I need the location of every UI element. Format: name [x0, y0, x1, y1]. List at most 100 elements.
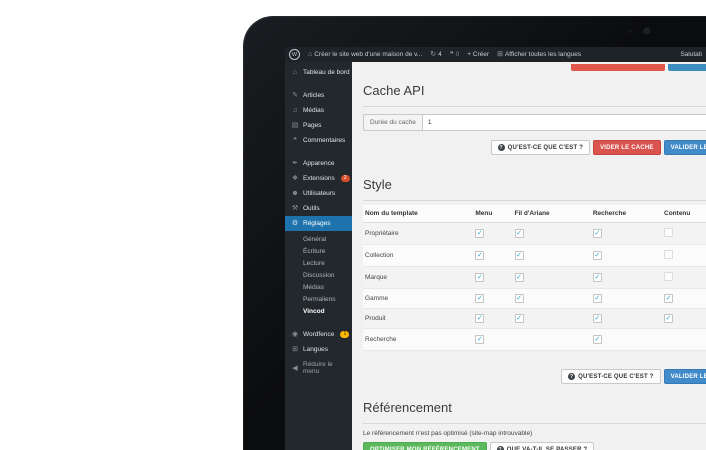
- sidebar-item-outils[interactable]: ⚒ Outils: [285, 201, 352, 216]
- sidebar-item-apparence[interactable]: ✒ Apparence: [285, 156, 352, 171]
- table-row: Produit: [363, 309, 706, 329]
- dashboard-icon: ⌂: [291, 69, 299, 76]
- template-name: Collection: [363, 245, 473, 267]
- checkbox-ariane[interactable]: [515, 229, 524, 238]
- sidebar-item-label: Tableau de bord: [303, 69, 350, 76]
- media-icon: ♫: [291, 107, 299, 114]
- comment-bubble-icon: ❝: [450, 51, 454, 58]
- languages-label: Afficher toutes les langues: [505, 51, 581, 58]
- camera-icon: [643, 27, 652, 36]
- collapse-menu-label: Réduire le menu: [303, 361, 350, 375]
- submenu-item-permaliens[interactable]: Permaliens: [303, 293, 352, 305]
- sidebar-item-utilisateurs[interactable]: ☻ Utilisateurs: [285, 186, 352, 201]
- checkbox-ariane[interactable]: [515, 294, 524, 303]
- checkbox-menu[interactable]: [475, 314, 484, 323]
- checkbox-contenu[interactable]: [664, 294, 673, 303]
- sidebar-item-label: Articles: [303, 92, 324, 99]
- checkbox-menu[interactable]: [475, 335, 484, 344]
- checkbox-contenu[interactable]: [664, 228, 673, 237]
- wordpress-admin-screen: W ⌂ Créer le site web d'une maison de v.…: [285, 47, 706, 450]
- table-row: Collection: [363, 245, 706, 267]
- tools-icon: ⚒: [291, 205, 299, 212]
- checkbox-ariane[interactable]: [515, 314, 524, 323]
- submenu-item-vincod[interactable]: Vincod: [303, 305, 352, 317]
- sidebar-item-extensions[interactable]: ❖ Extensions 2: [285, 171, 352, 186]
- table-row: Marque: [363, 267, 706, 289]
- checkbox-recherche[interactable]: [593, 229, 602, 238]
- checkbox-contenu[interactable]: [664, 314, 673, 323]
- comments-count: 0: [456, 51, 460, 58]
- checkbox-recherche[interactable]: [593, 273, 602, 282]
- wordpress-logo-menu[interactable]: W: [289, 49, 300, 60]
- template-name: Produit: [363, 309, 473, 329]
- sidebar-item-pages[interactable]: ▤ Pages: [285, 118, 352, 133]
- column-header-ariane: Fil d'Ariane: [513, 205, 591, 223]
- clear-cache-label: VIDER LE CACHE: [600, 145, 653, 151]
- column-header-contenu: Contenu: [662, 205, 706, 223]
- sidebar-item-label: Extensions: [303, 175, 335, 182]
- seo-help-button[interactable]: ? QUE VA-T-IL SE PASSER ?: [490, 442, 595, 450]
- divider: [363, 200, 706, 201]
- checkbox-recherche[interactable]: [593, 314, 602, 323]
- template-name: Propriétaire: [363, 223, 473, 245]
- cache-api-title: Cache API: [363, 83, 706, 98]
- column-header-recherche: Recherche: [591, 205, 662, 223]
- new-content-label: + Créer: [467, 51, 489, 58]
- sidebar-item-wordfence[interactable]: ◉ Wordfence 1: [285, 327, 352, 342]
- validate-cache-button[interactable]: VALIDER LES: [664, 140, 706, 155]
- sidebar-item-label: Commentaires: [303, 137, 345, 144]
- checkbox-contenu[interactable]: [664, 250, 673, 259]
- template-name: Gamme: [363, 289, 473, 309]
- greeting-label: Salutati: [680, 51, 702, 58]
- submenu-item-ecriture[interactable]: Écriture: [303, 245, 352, 257]
- checkbox-menu[interactable]: [475, 229, 484, 238]
- plugin-icon: ❖: [291, 175, 299, 182]
- checkbox-menu[interactable]: [475, 251, 484, 260]
- optimize-seo-button[interactable]: OPTIMISER MON RÉFÉRENCEMENT: [363, 442, 487, 450]
- show-all-languages-link[interactable]: ⊞ Afficher toutes les langues: [497, 51, 581, 58]
- cache-help-button[interactable]: ? QU'EST-CE QUE C'EST ?: [491, 140, 590, 155]
- sidebar-item-articles[interactable]: ✎ Articles: [285, 88, 352, 103]
- sidebar-item-label: Apparence: [303, 160, 334, 167]
- sidebar-item-medias[interactable]: ♫ Médias: [285, 103, 352, 118]
- updates-link[interactable]: ↻ 4: [430, 51, 442, 58]
- checkbox-ariane[interactable]: [515, 273, 524, 282]
- site-name-link[interactable]: ⌂ Créer le site web d'une maison de v...: [308, 51, 422, 58]
- greeting-menu[interactable]: Salutati: [680, 51, 702, 58]
- wordpress-logo-icon: W: [289, 49, 300, 60]
- new-content-link[interactable]: + Créer: [467, 51, 489, 58]
- sidebar-item-label: Outils: [303, 205, 320, 212]
- comments-link[interactable]: ❝ 0: [450, 51, 459, 58]
- sidebar-item-label: Wordfence: [303, 331, 334, 338]
- checkbox-ariane[interactable]: [515, 251, 524, 260]
- sidebar-item-langues[interactable]: ⊞ Langues: [285, 342, 352, 357]
- sidebar-item-reglages[interactable]: ⚙ Réglages: [285, 216, 352, 231]
- submenu-item-lecture[interactable]: Lecture: [303, 257, 352, 269]
- sidebar-item-tableau-de-bord[interactable]: ⌂ Tableau de bord: [285, 65, 352, 80]
- column-header-template: Nom du template: [363, 205, 473, 223]
- appearance-icon: ✒: [291, 160, 299, 167]
- divider: [363, 106, 706, 107]
- sidebar-item-commentaires[interactable]: ❝ Commentaires: [285, 133, 352, 148]
- question-circle-icon: ?: [568, 373, 575, 380]
- submenu-item-discussion[interactable]: Discussion: [303, 269, 352, 281]
- checkbox-contenu[interactable]: [664, 272, 673, 281]
- submenu-item-general[interactable]: Général: [303, 233, 352, 245]
- checkbox-recherche[interactable]: [593, 294, 602, 303]
- validate-style-button[interactable]: VALIDER LES: [664, 369, 706, 384]
- checkbox-menu[interactable]: [475, 273, 484, 282]
- checkbox-menu[interactable]: [475, 294, 484, 303]
- style-help-button[interactable]: ? QU'EST-CE QUE C'EST ?: [561, 369, 660, 384]
- submenu-item-medias[interactable]: Médias: [303, 281, 352, 293]
- collapse-menu-button[interactable]: ◀ Réduire le menu: [285, 357, 352, 379]
- checkbox-recherche[interactable]: [593, 251, 602, 260]
- clear-cache-button[interactable]: VIDER LE CACHE: [593, 140, 660, 155]
- cache-help-label: QU'EST-CE QUE C'EST ?: [508, 145, 583, 151]
- comments-icon: ❝: [291, 137, 299, 144]
- cache-buttons-row: ? QU'EST-CE QUE C'EST ? VIDER LE CACHE V…: [363, 140, 706, 155]
- sidebar-item-label: Langues: [303, 346, 328, 353]
- validate-style-label: VALIDER LES: [671, 374, 706, 380]
- cache-duration-input[interactable]: [422, 114, 706, 131]
- style-title: Style: [363, 177, 706, 192]
- checkbox-recherche[interactable]: [593, 335, 602, 344]
